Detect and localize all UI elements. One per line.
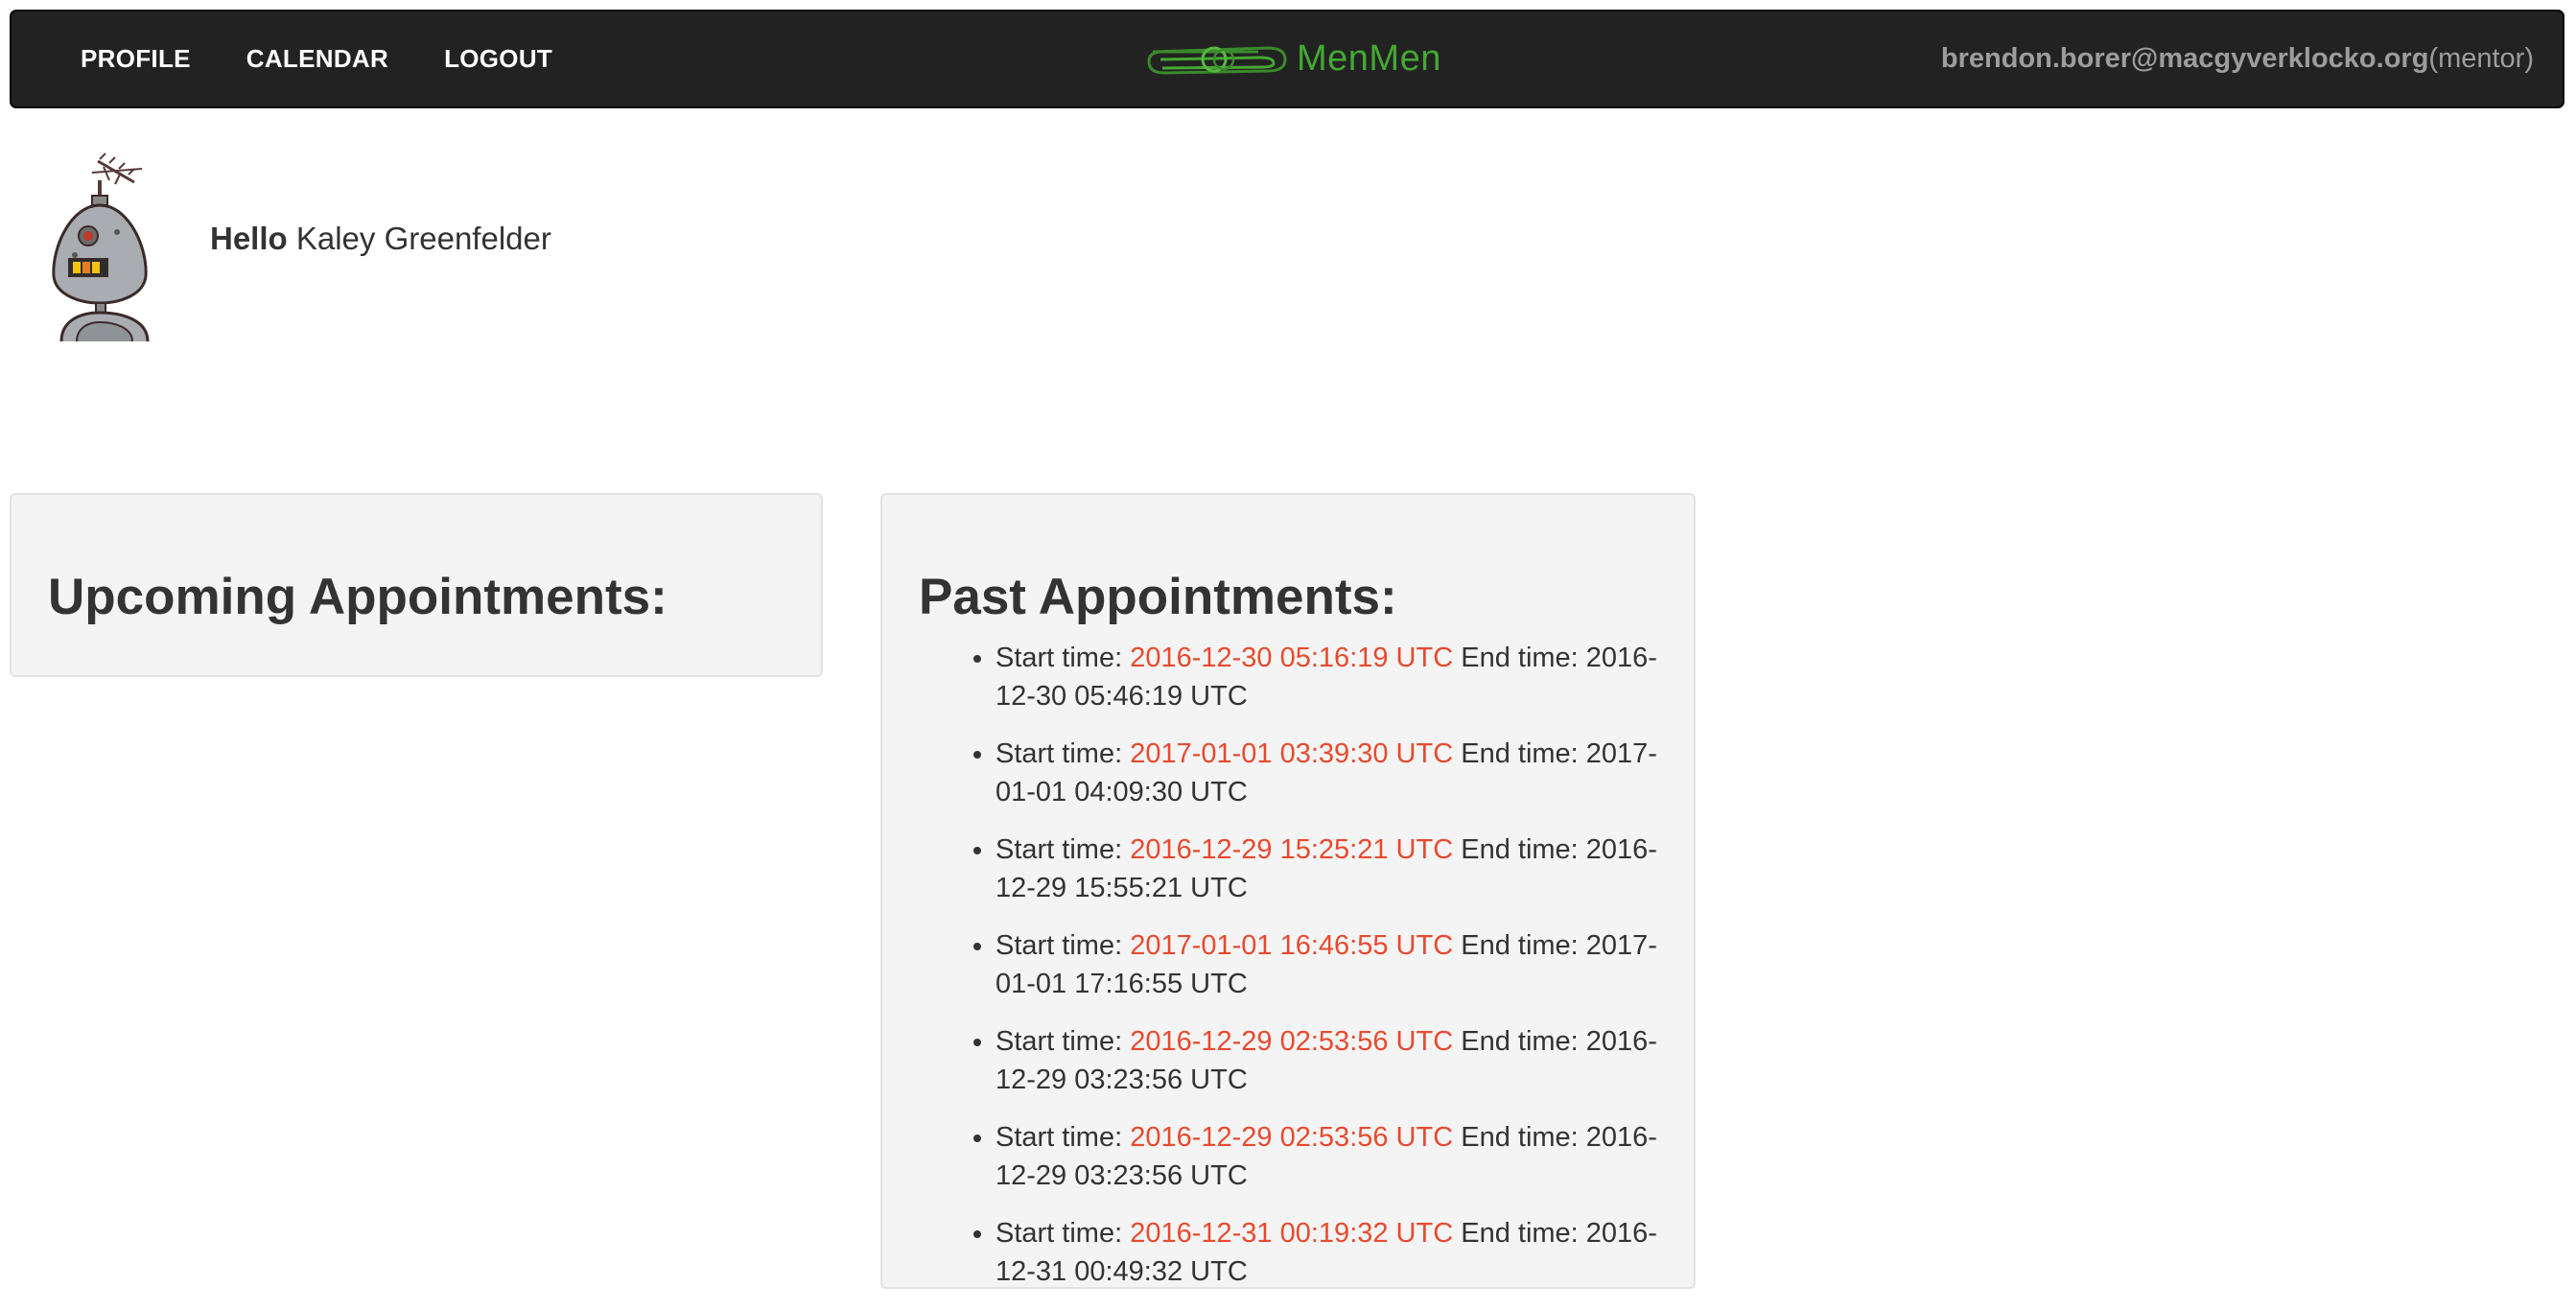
appointment-item: Start time: 2016-12-30 05:16:19 UTC End … [995,639,1667,715]
start-time-link[interactable]: 2016-12-31 00:19:32 UTC [1130,1218,1453,1249]
past-appointments-heading: Past Appointments: [919,569,1397,625]
upcoming-appointments-heading: Upcoming Appointments: [48,569,667,625]
greeting-hello: Hello [210,221,288,256]
upcoming-appointments-panel: Upcoming Appointments: [10,493,823,677]
nav-link-profile[interactable]: PROFILE [81,44,191,74]
nav-link-logout[interactable]: LOGOUT [444,44,552,74]
start-time-label: Start time: [995,738,1123,769]
end-time-label: End time: [1461,738,1579,769]
past-appointments-list: Start time: 2016-12-30 05:16:19 UTC End … [959,639,1667,1310]
end-time-label: End time: [1461,1026,1579,1057]
appointment-item: Start time: 2016-12-29 02:53:56 UTC End … [995,1118,1667,1195]
appointment-item: Start time: 2017-01-01 16:46:55 UTC End … [995,926,1667,1003]
end-time-label: End time: [1461,930,1579,961]
start-time-label: Start time: [995,643,1123,673]
start-time-link[interactable]: 2017-01-01 16:46:55 UTC [1130,930,1453,961]
brand-name: MenMen [1297,38,1441,79]
end-time-label: End time: [1461,1218,1579,1249]
start-time-label: Start time: [995,1026,1123,1057]
appointment-item: Start time: 2016-12-29 15:25:21 UTC End … [995,830,1667,907]
start-time-link[interactable]: 2017-01-01 03:39:30 UTC [1130,738,1453,769]
past-appointments-panel: Past Appointments: Start time: 2016-12-3… [880,493,1696,1289]
greeting-name: Kaley Greenfelder [295,221,551,256]
start-time-link[interactable]: 2016-12-29 15:25:21 UTC [1130,834,1453,865]
user-role: (mentor) [2428,43,2534,74]
start-time-label: Start time: [995,1218,1123,1249]
user-info: brendon.borer@macgyverklocko.org (mentor) [1941,12,2534,106]
appointment-item: Start time: 2016-12-29 02:53:56 UTC End … [995,1022,1667,1099]
end-time-label: End time: [1461,834,1579,865]
robot-avatar-icon [42,152,169,342]
brand-logo-link[interactable]: MenMen [1145,12,1441,106]
nav-links: PROFILE CALENDAR LOGOUT [81,12,608,106]
nav-link-calendar[interactable]: CALENDAR [246,44,388,74]
start-time-label: Start time: [995,1122,1123,1153]
start-time-label: Start time: [995,930,1123,961]
start-time-link[interactable]: 2016-12-29 02:53:56 UTC [1130,1026,1453,1057]
appointment-item: Start time: 2016-12-31 00:19:32 UTC End … [995,1214,1667,1291]
start-time-link[interactable]: 2016-12-29 02:53:56 UTC [1130,1122,1453,1153]
user-email: brendon.borer@macgyverklocko.org [1940,43,2429,74]
start-time-link[interactable]: 2016-12-30 05:16:19 UTC [1130,643,1453,673]
appointment-item: Start time: 2017-01-01 03:39:30 UTC End … [995,735,1667,811]
paperclip-logo-icon [1147,45,1287,75]
start-time-label: Start time: [995,834,1123,865]
top-navbar: PROFILE CALENDAR LOGOUT MenMen brendon.b… [10,10,2564,108]
greeting: Hello Kaley Greenfelder [210,221,551,257]
end-time-label: End time: [1461,643,1579,673]
end-time-label: End time: [1461,1122,1579,1153]
